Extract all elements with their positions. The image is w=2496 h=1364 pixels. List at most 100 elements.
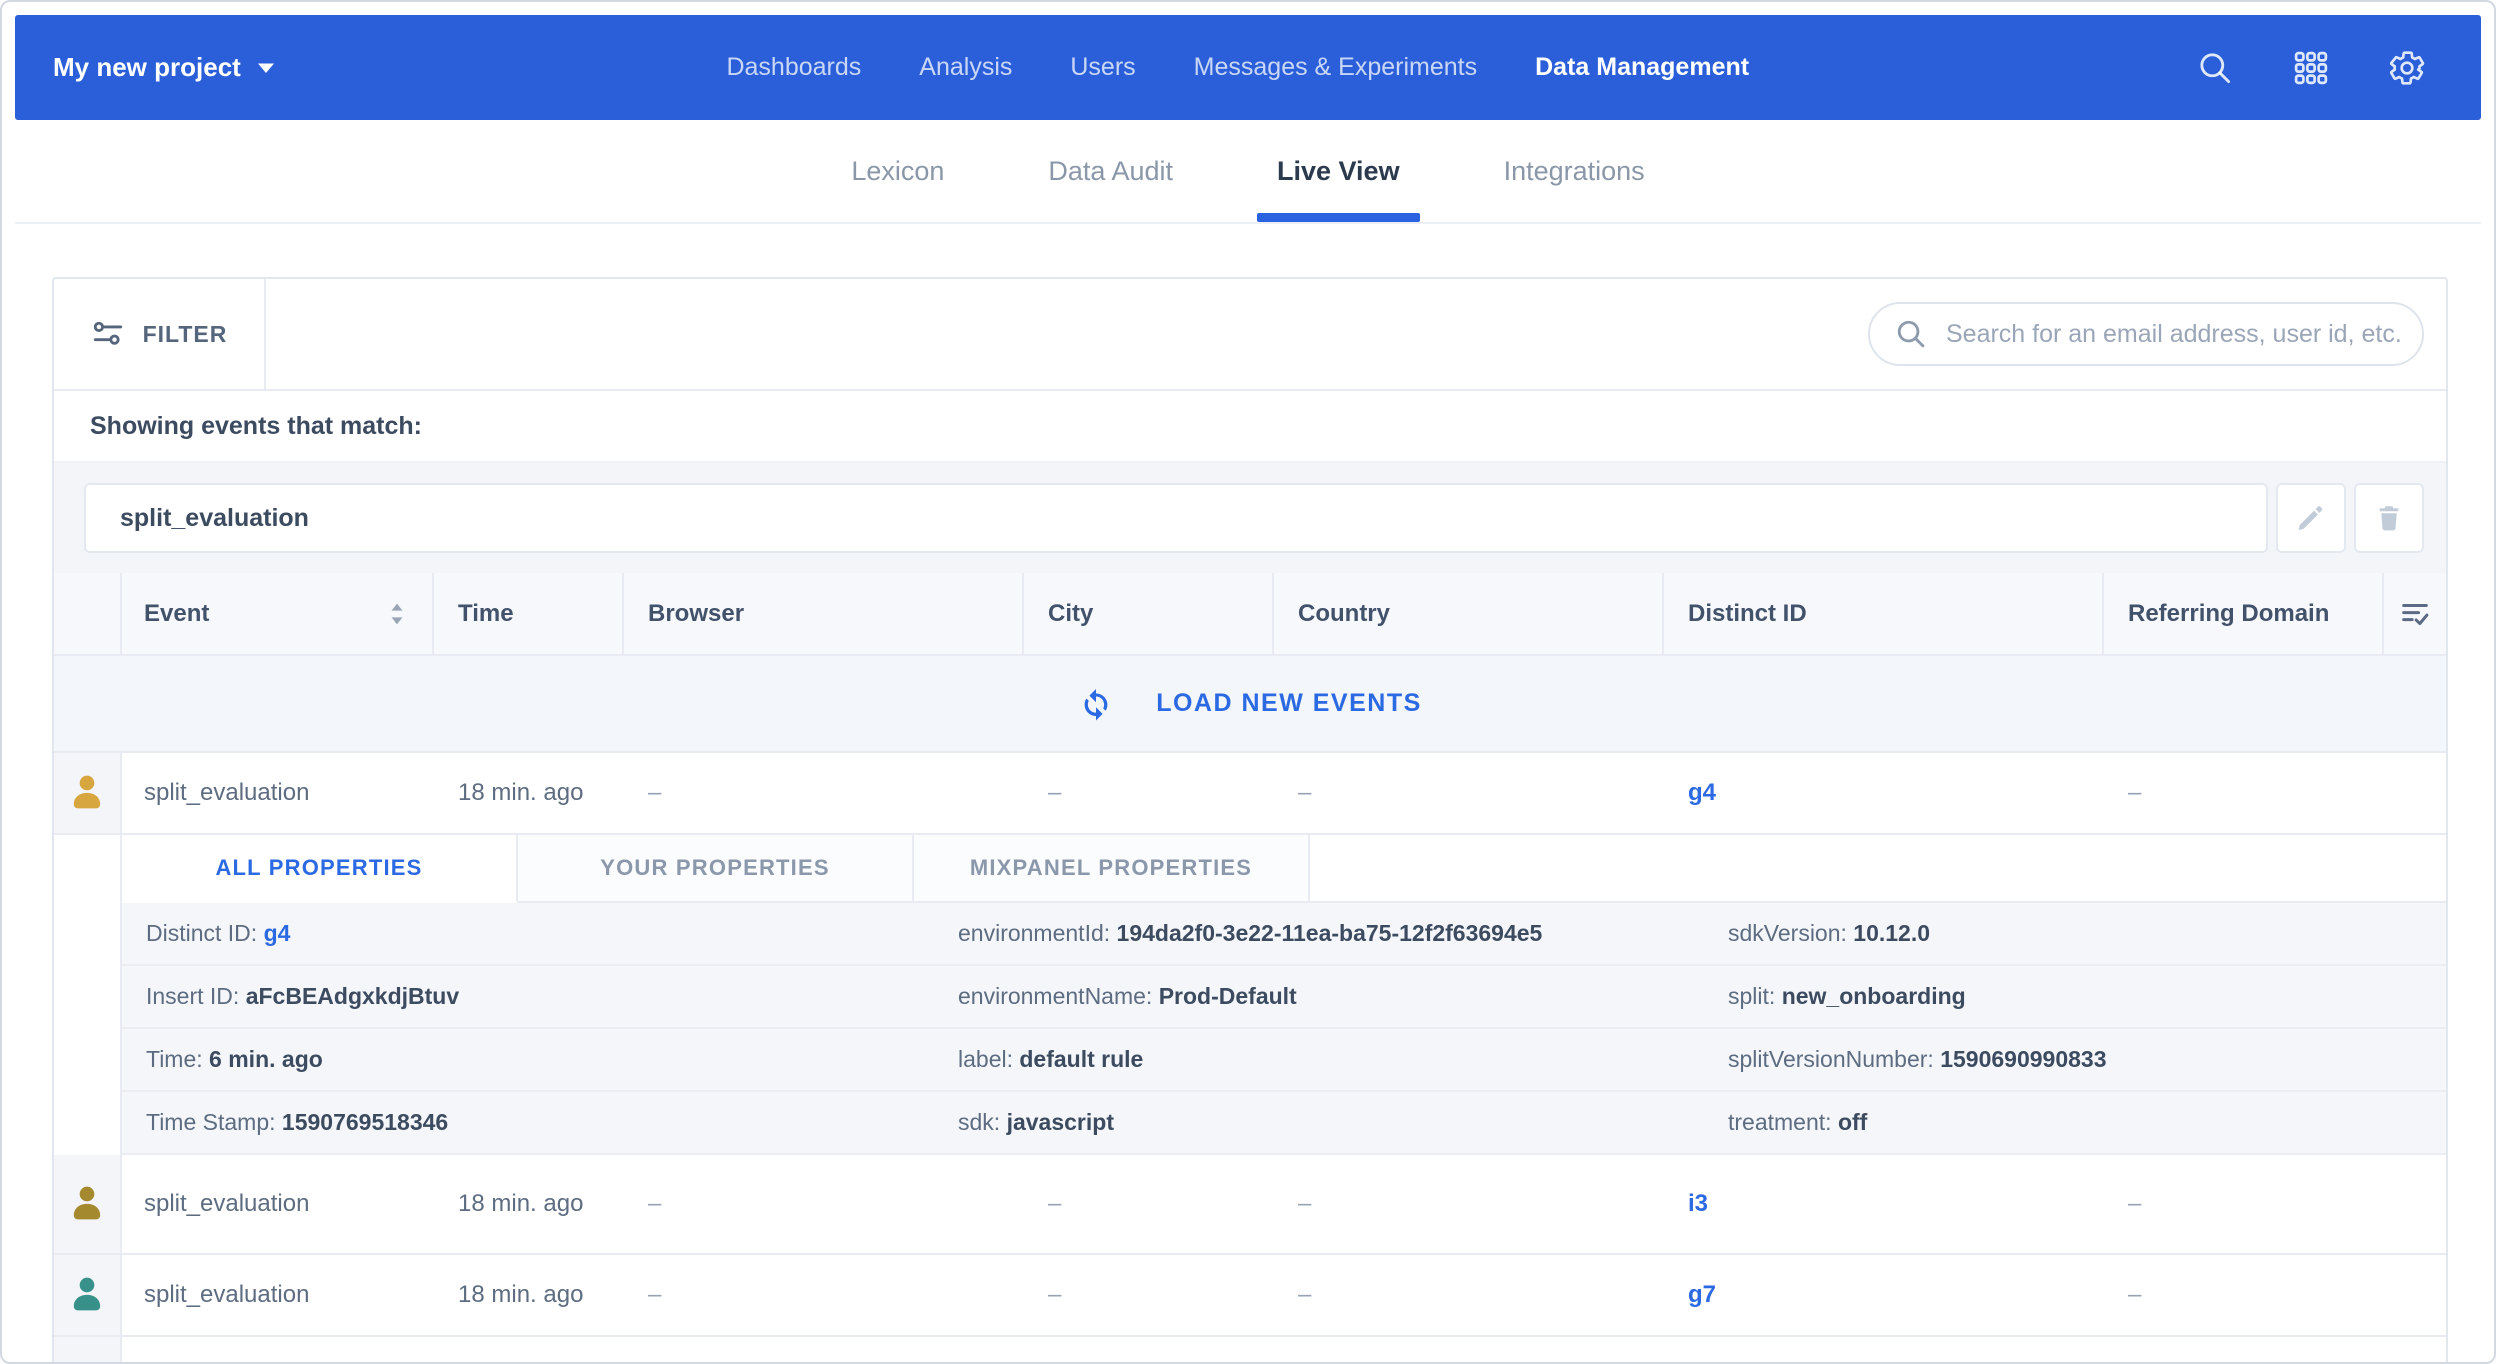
- cell-country: –: [1274, 753, 1664, 833]
- apps-grid-icon[interactable]: [2291, 48, 2331, 88]
- property-label: Time:: [146, 1046, 203, 1072]
- nav-dashboards[interactable]: Dashboards: [726, 53, 861, 82]
- event-details-panel: ALL PROPERTIES YOUR PROPERTIES MIXPANEL …: [54, 835, 2446, 1155]
- property-value: 6 min. ago: [209, 1046, 323, 1072]
- tab-data-audit[interactable]: Data Audit: [1044, 120, 1177, 222]
- header-event[interactable]: Event: [122, 573, 434, 654]
- cell-country: –: [1274, 1255, 1664, 1335]
- trash-icon: [2373, 502, 2405, 534]
- cell-browser: –: [624, 1155, 1024, 1253]
- property-value: Prod-Default: [1159, 983, 1297, 1009]
- property-value: off: [1838, 1109, 1867, 1135]
- header-label: Referring Domain: [2128, 600, 2329, 628]
- user-avatar-cell[interactable]: [54, 753, 122, 833]
- user-avatar-cell[interactable]: [54, 1155, 122, 1253]
- sliders-icon: [91, 317, 125, 351]
- project-switcher[interactable]: My new project: [53, 52, 275, 83]
- header-referring-domain: Referring Domain: [2104, 573, 2384, 654]
- property: treatment: off: [1704, 1109, 2446, 1136]
- primary-nav: Dashboards Analysis Users Messages & Exp…: [726, 15, 1749, 120]
- property: sdkVersion: 10.12.0: [1704, 920, 2446, 947]
- property-row: Distinct ID: g4 environmentId: 194da2f0-…: [122, 903, 2446, 966]
- cell-browser: –: [624, 1255, 1024, 1335]
- property-row: Time: 6 min. ago label: default rule spl…: [122, 1029, 2446, 1092]
- header-time: Time: [434, 573, 624, 654]
- tab-live-view[interactable]: Live View: [1273, 120, 1404, 222]
- property-label: Insert ID:: [146, 983, 239, 1009]
- property: environmentId: 194da2f0-3e22-11ea-ba75-1…: [934, 920, 1704, 947]
- header-country: Country: [1274, 573, 1664, 654]
- person-icon: [67, 771, 107, 815]
- cell-browser: –: [624, 753, 1024, 833]
- cell-referring-domain: –: [2104, 753, 2384, 833]
- sort-icon[interactable]: [386, 601, 408, 627]
- load-new-events-label: LOAD NEW EVENTS: [1156, 689, 1422, 718]
- nav-users[interactable]: Users: [1070, 53, 1135, 82]
- events-table-header: Event Time Browser City Country Distinct…: [54, 573, 2446, 656]
- property-label: environmentId:: [958, 920, 1110, 946]
- cell-event[interactable]: split_evaluation: [122, 753, 434, 833]
- user-avatar-cell: [54, 1337, 122, 1364]
- property: environmentName: Prod-Default: [934, 983, 1704, 1010]
- cell-distinct-id: g7: [1664, 1255, 2104, 1335]
- load-events-row: LOAD NEW EVENTS: [54, 656, 2446, 753]
- topbar-actions: [2195, 48, 2427, 88]
- load-new-events-button[interactable]: LOAD NEW EVENTS: [1072, 685, 1428, 723]
- header-label: Country: [1298, 600, 1390, 628]
- property-value: 1590690990833: [1940, 1046, 2106, 1072]
- delete-filter-button[interactable]: [2354, 483, 2424, 553]
- showing-events-heading-row: Showing events that match:: [54, 391, 2446, 461]
- live-view-card: FILTER Showing events that match: split_…: [52, 277, 2448, 1362]
- distinct-id-link[interactable]: i3: [1688, 1190, 1708, 1218]
- search-input[interactable]: [1944, 319, 2412, 350]
- user-avatar-cell[interactable]: [54, 1255, 122, 1335]
- details-left-spacer: [54, 835, 122, 1155]
- cell-spacer: [2384, 1255, 2446, 1335]
- cell-time: 18 min. ago: [434, 1155, 624, 1253]
- column-settings-button[interactable]: [2384, 573, 2446, 654]
- search-icon[interactable]: [2195, 48, 2235, 88]
- edit-filter-button[interactable]: [2276, 483, 2346, 553]
- tab-lexicon[interactable]: Lexicon: [847, 120, 948, 222]
- property: Time Stamp: 1590769518346: [122, 1109, 934, 1136]
- distinct-id-link[interactable]: g4: [1688, 779, 1716, 807]
- cell-event[interactable]: split_evaluation: [122, 1155, 434, 1253]
- property-label: split:: [1728, 983, 1775, 1009]
- tab-integrations[interactable]: Integrations: [1500, 120, 1649, 222]
- distinct-id-link[interactable]: g7: [1688, 1281, 1716, 1309]
- property-value: 10.12.0: [1853, 920, 1930, 946]
- event-row: split_evaluation 18 min. ago – – – g4 –: [54, 753, 2446, 835]
- header-label: Event: [144, 600, 209, 628]
- property-label: Distinct ID:: [146, 920, 257, 946]
- active-tab-underline: [1257, 213, 1420, 222]
- header-label: City: [1048, 600, 1093, 628]
- header-label: Browser: [648, 600, 744, 628]
- tab-your-properties[interactable]: YOUR PROPERTIES: [518, 835, 914, 903]
- event-filter-section: split_evaluation: [54, 461, 2446, 573]
- refresh-icon: [1078, 686, 1114, 722]
- event-filter-chip[interactable]: split_evaluation: [84, 483, 2268, 553]
- nav-messages-experiments[interactable]: Messages & Experiments: [1194, 53, 1477, 82]
- filter-button[interactable]: FILTER: [54, 279, 266, 389]
- nav-data-management[interactable]: Data Management: [1535, 53, 1749, 82]
- tab-mixpanel-properties[interactable]: MIXPANEL PROPERTIES: [914, 835, 1310, 903]
- property-label: environmentName:: [958, 983, 1152, 1009]
- nav-analysis[interactable]: Analysis: [919, 53, 1012, 82]
- header-city: City: [1024, 573, 1274, 654]
- property: label: default rule: [934, 1046, 1704, 1073]
- cell-distinct-id: i3: [1664, 1155, 2104, 1253]
- tabs-filler: [1310, 835, 2446, 903]
- property: Distinct ID: g4: [122, 920, 934, 947]
- header-avatar-column: [54, 573, 122, 654]
- property-label: splitVersionNumber:: [1728, 1046, 1934, 1072]
- cell-event[interactable]: split_evaluation: [122, 1255, 434, 1335]
- cell-time: 18 min. ago: [434, 753, 624, 833]
- tab-all-properties[interactable]: ALL PROPERTIES: [122, 835, 518, 903]
- property-label: sdkVersion:: [1728, 920, 1847, 946]
- gear-icon[interactable]: [2387, 48, 2427, 88]
- event-row: split_evaluation 18 min. ago – – – i3 –: [54, 1155, 2446, 1255]
- property-value: 1590769518346: [282, 1109, 448, 1135]
- cell-city: –: [1024, 1155, 1274, 1253]
- property-value-link[interactable]: g4: [264, 920, 291, 946]
- property-value: new_onboarding: [1782, 983, 1966, 1009]
